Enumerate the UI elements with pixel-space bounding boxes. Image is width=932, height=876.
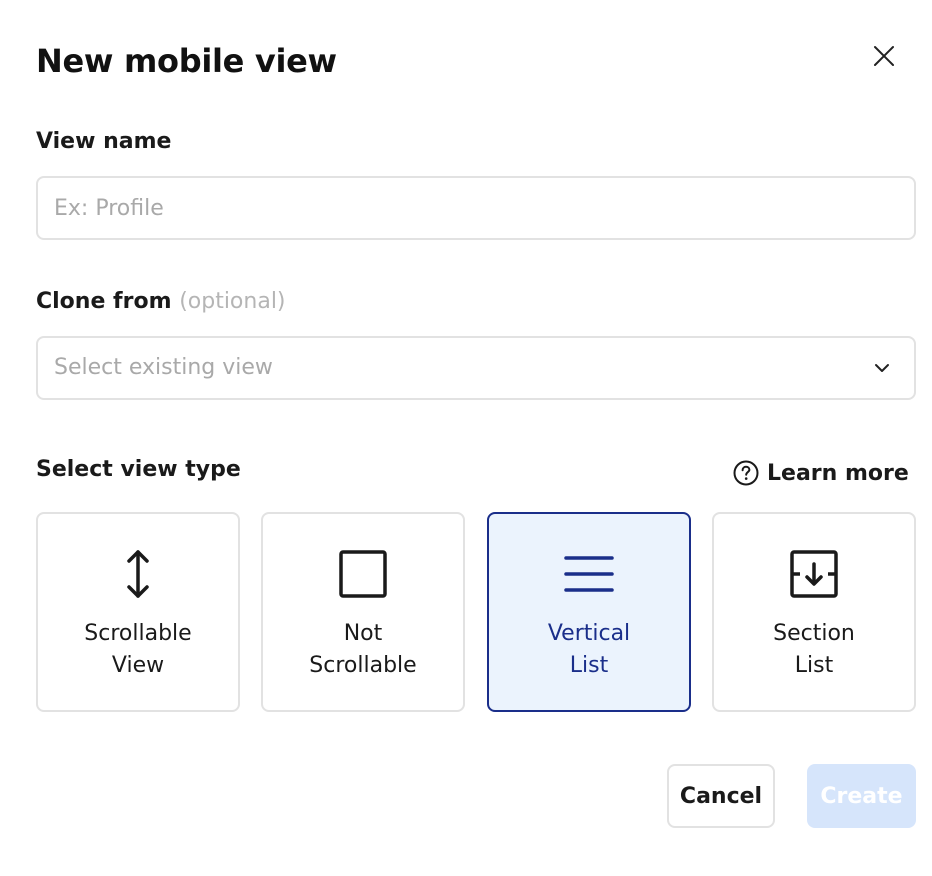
view-name-input[interactable] [38, 178, 914, 238]
view-type-card-scrollable-view[interactable]: Scrollable View [36, 512, 240, 712]
clone-from-label: Clone from (optional) [36, 289, 286, 314]
view-type-label: Select view type [36, 457, 241, 482]
view-type-card-label: Scrollable View [38, 618, 238, 682]
optional-hint: (optional) [179, 289, 286, 314]
vertical-arrows-icon [127, 550, 149, 598]
close-button[interactable] [864, 36, 904, 76]
view-type-card-not-scrollable[interactable]: Not Scrollable [261, 512, 465, 712]
card-label-line: Vertical [547, 621, 631, 646]
learn-more-text: Learn more [767, 460, 909, 486]
card-label-line: List [569, 653, 609, 678]
dialog-title: New mobile view [36, 42, 337, 80]
card-label-line: Scrollable [84, 621, 192, 646]
view-type-card-label: Not Scrollable [263, 618, 463, 682]
new-mobile-view-dialog: New mobile view View name Clone from (op… [0, 0, 932, 876]
view-type-card-label: Section List [714, 618, 914, 682]
view-name-label: View name [36, 129, 172, 154]
card-label-line: List [794, 653, 834, 678]
card-label-line: View [111, 653, 165, 678]
chevron-down-icon [875, 364, 889, 372]
hamburger-lines-icon [564, 556, 614, 592]
close-icon [874, 46, 894, 66]
view-type-options: Scrollable View Not Scrollable Vertical … [36, 512, 916, 712]
card-label-line: Section [773, 621, 855, 646]
clone-from-label-text: Clone from [36, 289, 172, 314]
cancel-button[interactable]: Cancel [667, 764, 775, 828]
view-type-card-section-list[interactable]: Section List [712, 512, 916, 712]
question-circle-icon [733, 460, 759, 486]
learn-more-link[interactable]: Learn more [733, 458, 909, 488]
square-icon [339, 550, 387, 598]
clone-from-placeholder: Select existing view [54, 355, 273, 380]
create-button[interactable]: Create [807, 764, 916, 828]
section-arrow-icon [790, 550, 838, 598]
card-label-line: Scrollable [309, 653, 417, 678]
view-type-card-label: Vertical List [489, 618, 689, 682]
view-type-card-vertical-list[interactable]: Vertical List [487, 512, 691, 712]
clone-from-select[interactable]: Select existing view [36, 336, 916, 400]
card-label-line: Not [343, 621, 383, 646]
view-name-field [36, 176, 916, 240]
